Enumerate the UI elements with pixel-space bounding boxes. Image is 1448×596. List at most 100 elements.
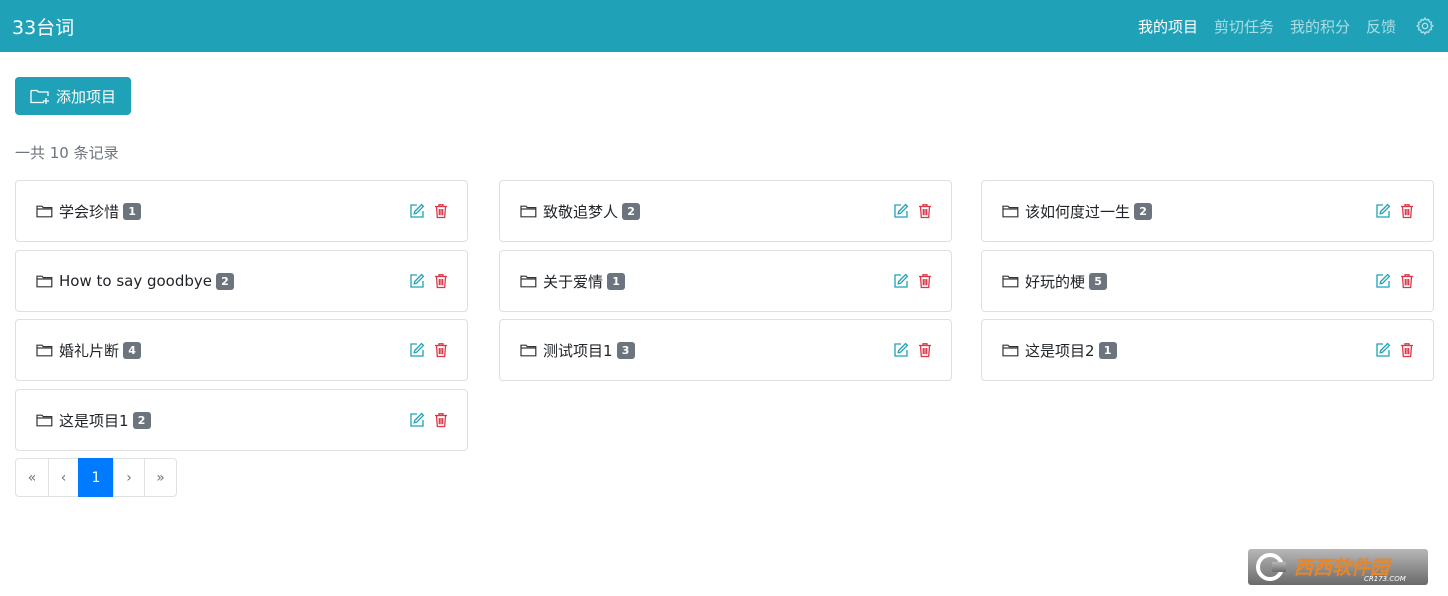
- edit-icon[interactable]: [1375, 342, 1391, 358]
- nav-menu: 我的项目 剪切任务 我的积分 反馈: [1138, 15, 1436, 37]
- project-count-badge: 1: [1098, 341, 1117, 359]
- project-card-10[interactable]: 这是项目1 2: [15, 389, 468, 451]
- trash-icon[interactable]: [1399, 342, 1415, 358]
- card-actions: [409, 412, 449, 428]
- page-first-button[interactable]: «: [15, 458, 49, 497]
- project-name: 测试项目1: [543, 341, 613, 360]
- edit-icon[interactable]: [409, 412, 425, 428]
- trash-icon[interactable]: [433, 342, 449, 358]
- project-count-badge: 3: [616, 341, 635, 359]
- project-count-badge: 4: [123, 341, 142, 359]
- card-actions: [893, 273, 933, 289]
- edit-icon[interactable]: [893, 273, 909, 289]
- edit-icon[interactable]: [893, 203, 909, 219]
- project-card-6[interactable]: 好玩的梗 5: [981, 250, 1434, 312]
- trash-icon[interactable]: [433, 412, 449, 428]
- folder-icon: [36, 343, 53, 357]
- watermark-logo: 西西软件园 CR173.COM: [1248, 549, 1428, 585]
- edit-icon[interactable]: [1375, 203, 1391, 219]
- project-card-9[interactable]: 这是项目2 1: [981, 319, 1434, 381]
- card-actions: [893, 342, 933, 358]
- card-actions: [1375, 203, 1415, 219]
- project-card-8[interactable]: 测试项目1 3: [499, 319, 952, 381]
- trash-icon[interactable]: [917, 203, 933, 219]
- folder-icon: [520, 274, 537, 288]
- project-title[interactable]: 这是项目2 1: [1002, 340, 1375, 361]
- add-project-label: 添加项目: [55, 87, 116, 106]
- folder-icon: [36, 413, 53, 427]
- project-count-badge: 1: [607, 272, 626, 290]
- project-card-1[interactable]: 学会珍惜 1: [15, 180, 468, 242]
- project-grid: 学会珍惜 1 致敬追梦人 2 该如何度过一生 2 How to say good…: [15, 180, 1435, 452]
- project-title[interactable]: 学会珍惜 1: [36, 201, 409, 222]
- project-card-3[interactable]: 该如何度过一生 2: [981, 180, 1434, 242]
- gear-icon[interactable]: [1414, 15, 1436, 37]
- project-count-badge: 2: [216, 272, 234, 290]
- trash-icon[interactable]: [1399, 273, 1415, 289]
- project-title[interactable]: 测试项目1 3: [520, 340, 893, 361]
- edit-icon[interactable]: [409, 342, 425, 358]
- project-count-badge: 2: [132, 411, 151, 429]
- nav-my-points[interactable]: 我的积分: [1290, 16, 1350, 37]
- folder-icon: [1002, 343, 1019, 357]
- project-card-5[interactable]: 关于爱情 1: [499, 250, 952, 312]
- top-navbar: 33台词 我的项目 剪切任务 我的积分 反馈: [0, 0, 1448, 52]
- card-actions: [409, 203, 449, 219]
- edit-icon[interactable]: [893, 342, 909, 358]
- folder-icon: [520, 204, 537, 218]
- add-project-button[interactable]: 添加项目: [15, 77, 131, 115]
- trash-icon[interactable]: [433, 203, 449, 219]
- trash-icon[interactable]: [917, 342, 933, 358]
- edit-icon[interactable]: [1375, 273, 1391, 289]
- trash-icon[interactable]: [917, 273, 933, 289]
- project-title[interactable]: 这是项目1 2: [36, 410, 409, 431]
- trash-icon[interactable]: [433, 273, 449, 289]
- trash-icon[interactable]: [1399, 203, 1415, 219]
- project-name: 这是项目1: [59, 411, 129, 430]
- folder-icon: [36, 274, 53, 288]
- project-title[interactable]: 婚礼片断 4: [36, 340, 409, 361]
- project-title[interactable]: 关于爱情 1: [520, 271, 893, 292]
- card-actions: [893, 203, 933, 219]
- project-count-badge: 2: [622, 202, 641, 220]
- project-card-7[interactable]: 婚礼片断 4: [15, 319, 468, 381]
- project-title[interactable]: How to say goodbye 2: [36, 272, 409, 290]
- nav-cut-tasks[interactable]: 剪切任务: [1214, 16, 1274, 37]
- project-count-badge: 1: [123, 202, 142, 220]
- project-name: 该如何度过一生: [1025, 202, 1131, 221]
- edit-icon[interactable]: [409, 203, 425, 219]
- project-card-4[interactable]: How to say goodbye 2: [15, 250, 468, 312]
- watermark-sub: CR173.COM: [1364, 575, 1406, 583]
- record-count: 一共 10 条记录: [15, 144, 119, 162]
- page-next-button[interactable]: ›: [113, 458, 145, 497]
- page-last-button[interactable]: »: [144, 458, 177, 497]
- project-name: 这是项目2: [1025, 341, 1095, 360]
- brand-logo[interactable]: 33台词: [12, 13, 74, 40]
- project-count-badge: 5: [1089, 272, 1108, 290]
- project-name: 好玩的梗: [1025, 272, 1086, 291]
- nav-feedback[interactable]: 反馈: [1366, 16, 1396, 37]
- folder-icon: [1002, 204, 1019, 218]
- card-actions: [1375, 342, 1415, 358]
- project-name: 学会珍惜: [59, 202, 120, 221]
- page-1-button[interactable]: 1: [78, 458, 114, 497]
- card-actions: [409, 342, 449, 358]
- project-title[interactable]: 致敬追梦人 2: [520, 201, 893, 222]
- folder-icon: [1002, 274, 1019, 288]
- project-name: 致敬追梦人: [543, 202, 619, 221]
- project-title[interactable]: 好玩的梗 5: [1002, 271, 1375, 292]
- folder-icon: [36, 204, 53, 218]
- project-name: 关于爱情: [543, 272, 604, 291]
- project-title[interactable]: 该如何度过一生 2: [1002, 201, 1375, 222]
- edit-icon[interactable]: [409, 273, 425, 289]
- project-name: 婚礼片断: [59, 341, 120, 360]
- project-card-2[interactable]: 致敬追梦人 2: [499, 180, 952, 242]
- card-actions: [409, 273, 449, 289]
- project-name: How to say goodbye: [59, 272, 212, 290]
- folder-icon: [520, 343, 537, 357]
- nav-my-projects[interactable]: 我的项目: [1138, 16, 1198, 37]
- page-prev-button[interactable]: ‹: [48, 458, 79, 497]
- folder-plus-icon: [30, 87, 51, 105]
- card-actions: [1375, 273, 1415, 289]
- pagination: « ‹ 1 › »: [15, 458, 177, 497]
